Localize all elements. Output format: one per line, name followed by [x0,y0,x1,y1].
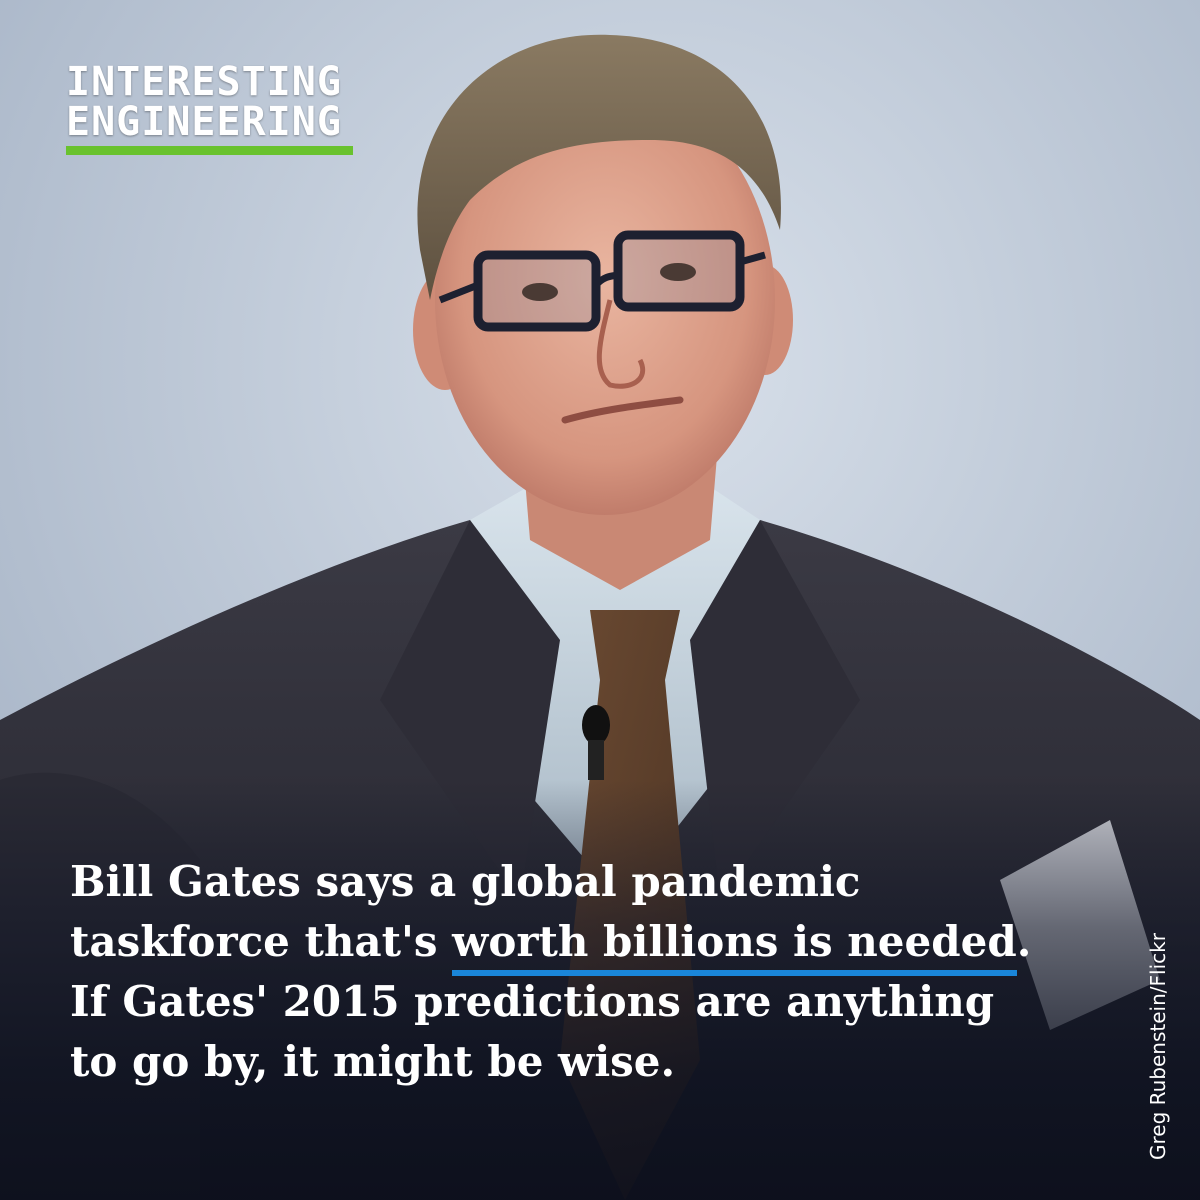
headline-highlight: worth billions is needed [452,912,1017,976]
headline-line-2-end: . [1016,917,1032,966]
brand-logo: INTERESTING ENGINEERING [66,62,353,155]
headline-line-1: Bill Gates says a global pandemic [70,857,861,906]
headline-line-3: If Gates' 2015 predictions are anything [70,977,995,1026]
headline-line-2: taskforce that's worth billions is neede… [70,912,1130,976]
brand-line-2: ENGINEERING [66,99,342,145]
headline-line-4: to go by, it might be wise. [70,1037,676,1086]
post-card: INTERESTING ENGINEERING Bill Gates says … [0,0,1200,1200]
photo-credit: Greg Rubenstein/Flickr [1146,933,1170,1160]
headline: Bill Gates says a global pandemic taskfo… [70,852,1130,1092]
headline-line-2-start: taskforce that's [70,917,453,966]
brand-line-1: INTERESTING [66,59,342,105]
brand-accent-bar [66,146,353,155]
